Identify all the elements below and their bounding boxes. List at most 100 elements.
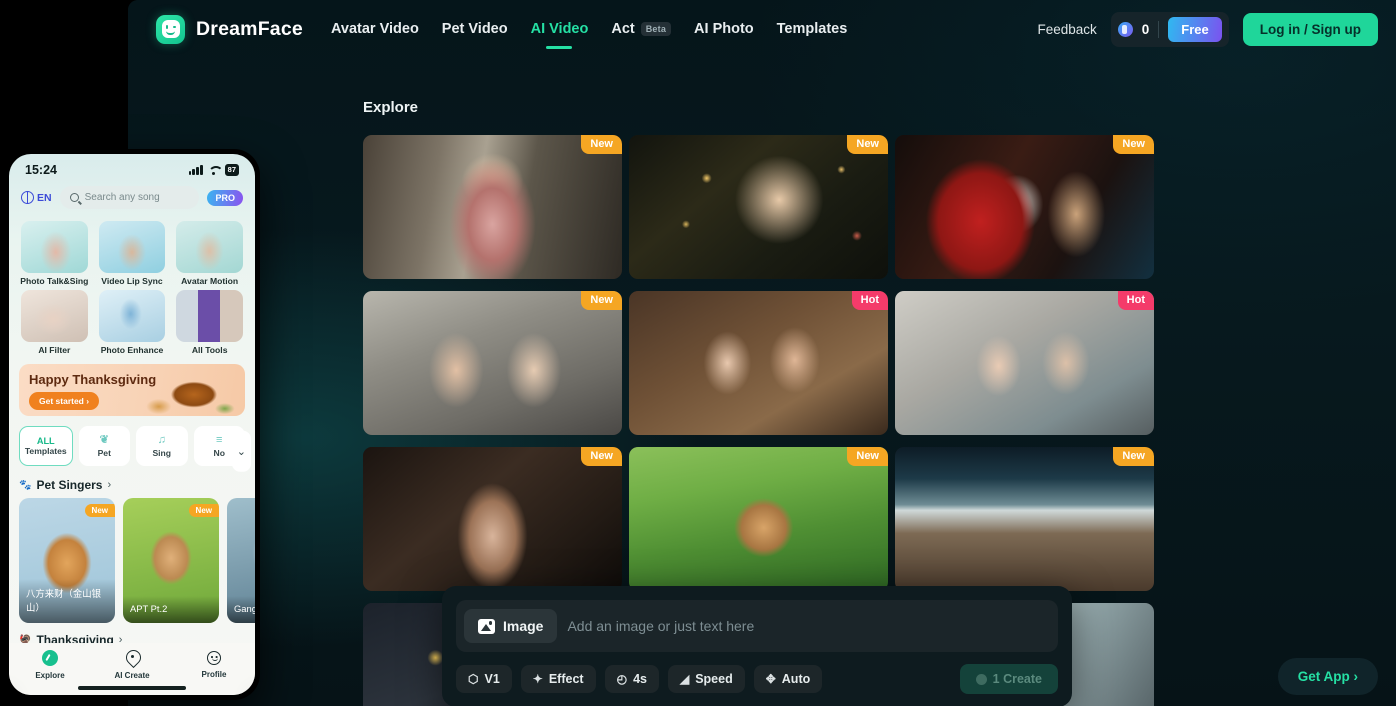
tool-label: All Tools: [191, 345, 228, 355]
chevron-down-icon[interactable]: ⌄: [231, 430, 251, 472]
tab-pet[interactable]: ❦ Pet: [78, 426, 130, 466]
list-icon: ≡: [216, 433, 223, 446]
tool-thumbnail: [98, 290, 166, 342]
section-header-pet-singers[interactable]: 🐾 Pet Singers ›: [9, 466, 255, 498]
coin-icon: [975, 673, 987, 685]
nav-label: AI Photo: [694, 21, 754, 37]
prompt-input[interactable]: Add an image or just text here: [567, 618, 754, 634]
bottom-nav-label: Profile: [201, 670, 227, 679]
sparkle-icon: ✦: [532, 672, 543, 686]
explore-card[interactable]: New: [629, 135, 888, 279]
explore-card[interactable]: New: [363, 135, 622, 279]
phone-tool-avatar-motion[interactable]: Avatar Motion: [172, 221, 247, 286]
tool-thumbnail: [21, 221, 88, 273]
status-badge: New: [581, 135, 622, 154]
status-badge: New: [581, 447, 622, 466]
explore-card[interactable]: New: [363, 291, 622, 435]
login-signup-button[interactable]: Log in / Sign up: [1242, 12, 1378, 46]
tab-line2: No: [213, 447, 225, 458]
search-input[interactable]: Search any song: [59, 186, 200, 209]
nav-item-ai-video[interactable]: AI Video: [531, 17, 589, 41]
status-badge: Hot: [1117, 291, 1154, 310]
nav-label: Templates: [776, 21, 848, 37]
phone-mockup: 15:24 87 EN Search any song PRO Photo Ta…: [4, 149, 260, 700]
phone-tools-grid: Photo Talk&Sing Video Lip Sync Avatar Mo…: [9, 217, 255, 355]
dreamface-logo-icon: [156, 14, 185, 44]
phone-tool-photo-talk-sing[interactable]: Photo Talk&Sing: [17, 221, 92, 286]
music-note-icon: ♫: [157, 433, 166, 446]
explore-card[interactable]: New: [895, 135, 1154, 279]
clock-icon: ◴: [616, 672, 628, 686]
explore-card[interactable]: New: [363, 447, 622, 591]
card-thumbnail: [363, 291, 622, 435]
nav-item-templates[interactable]: Templates: [777, 17, 848, 41]
nav-item-act[interactable]: Act Beta: [611, 17, 672, 41]
create-button[interactable]: 1 Create: [959, 664, 1058, 694]
explore-card[interactable]: New: [629, 447, 888, 591]
nav-item-avatar-video[interactable]: Avatar Video: [331, 17, 419, 41]
brand[interactable]: DreamFace: [156, 14, 303, 44]
signal-bars-icon: [188, 165, 203, 175]
search-icon: [69, 193, 79, 202]
tool-label: Avatar Motion: [181, 276, 239, 286]
chevron-right-icon: ›: [1353, 669, 1359, 684]
pet-card-title: APT Pt.2: [123, 596, 219, 623]
language-selector[interactable]: EN: [21, 190, 52, 204]
section-title: Pet Singers: [36, 478, 103, 492]
nav-item-pet-video[interactable]: Pet Video: [442, 17, 508, 41]
tool-thumbnail: [176, 221, 243, 273]
nav-item-ai-photo[interactable]: AI Photo: [694, 17, 754, 41]
tab-line2: Templates: [24, 446, 67, 456]
nav-label: Avatar Video: [330, 21, 419, 37]
credits-group: 0 Free: [1110, 11, 1229, 47]
auto-button[interactable]: ✥ Auto: [753, 665, 823, 693]
duration-button[interactable]: ◴ 4s: [604, 665, 659, 693]
tool-thumbnail: [176, 290, 243, 342]
feedback-link[interactable]: Feedback: [1037, 22, 1096, 37]
pro-badge[interactable]: PRO: [207, 189, 243, 206]
phone-tool-video-lip-sync[interactable]: Video Lip Sync: [95, 221, 170, 286]
promo-title: Happy Thanksgiving: [29, 372, 157, 387]
version-button[interactable]: ⬡ V1: [456, 665, 512, 693]
phone-tool-ai-filter[interactable]: AI Filter: [17, 290, 92, 355]
status-badge: New: [84, 504, 115, 517]
bottom-nav-profile[interactable]: Profile: [173, 651, 255, 679]
pet-icon: ❦: [99, 433, 109, 446]
free-upgrade-button[interactable]: Free: [1168, 16, 1222, 42]
prompt-bar: Image Add an image or just text here ⬡ V…: [442, 586, 1072, 706]
tab-all-templates[interactable]: ALL Templates: [19, 426, 73, 466]
speed-button[interactable]: ◢ Speed: [667, 665, 745, 693]
pet-card[interactable]: New 八方来财（金山银山）: [19, 498, 115, 623]
effect-button[interactable]: ✦ Effect: [520, 665, 596, 693]
tool-label: Effect: [548, 672, 584, 686]
add-image-button[interactable]: Image: [464, 609, 558, 643]
nav-label: Act: [611, 21, 635, 37]
card-thumbnail: [629, 135, 888, 279]
create-label: 1 Create: [992, 672, 1042, 686]
phone-status-bar: 15:24 87: [9, 154, 255, 180]
tool-thumbnail: [21, 290, 88, 342]
phone-tool-all-tools[interactable]: All Tools: [172, 290, 247, 355]
explore-card[interactable]: Hot: [895, 291, 1154, 435]
tool-label: AI Filter: [38, 345, 71, 355]
get-started-button[interactable]: Get started ›: [29, 392, 100, 410]
phone-tool-photo-enhance[interactable]: Photo Enhance: [95, 290, 170, 355]
explore-card[interactable]: New: [895, 447, 1154, 591]
thanksgiving-promo-banner[interactable]: Happy Thanksgiving Get started ›: [19, 364, 245, 416]
tab-sing[interactable]: ♫ Sing: [136, 426, 188, 466]
status-badge: New: [847, 447, 888, 466]
battery-icon: 87: [224, 164, 239, 176]
beta-badge: Beta: [640, 22, 672, 36]
create-pin-icon: [91, 650, 173, 668]
explore-card[interactable]: Hot: [629, 291, 888, 435]
prompt-input-row: Image Add an image or just text here: [456, 600, 1058, 652]
bottom-nav-explore[interactable]: Explore: [9, 650, 91, 680]
credit-count: 0: [1141, 21, 1150, 37]
tool-label: 4s: [633, 672, 647, 686]
get-app-button[interactable]: Get App ›: [1277, 658, 1378, 695]
pet-card[interactable]: Gangnam: [227, 498, 255, 623]
paw-icon: 🐾: [19, 479, 32, 491]
pet-card[interactable]: New APT Pt.2: [123, 498, 219, 623]
bottom-nav-ai-create[interactable]: AI Create: [91, 650, 173, 680]
explore-content: Explore New New New New Hot Hot New New …: [128, 58, 1396, 706]
